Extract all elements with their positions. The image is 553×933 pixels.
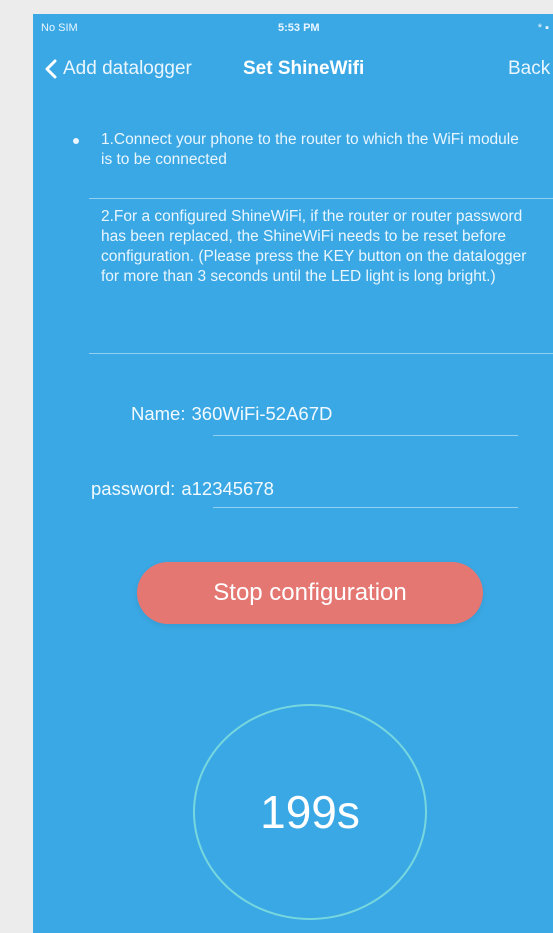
chevron-left-icon xyxy=(45,59,57,79)
wifi-name-label: Name: xyxy=(131,403,186,424)
wifi-name-field[interactable]: Name: 360WiFi-52A67D xyxy=(131,403,332,425)
instruction-text: 2.For a configured ShineWiFi, if the rou… xyxy=(101,208,527,285)
instruction-item: 1.Connect your phone to the router to wh… xyxy=(33,130,553,188)
status-carrier: No SIM xyxy=(41,22,78,34)
stop-configuration-button[interactable]: Stop configuration xyxy=(137,562,483,624)
password-value: a12345678 xyxy=(181,478,274,499)
divider xyxy=(89,198,553,199)
wifi-password-field[interactable]: password: a12345678 xyxy=(91,478,274,500)
page-title: Set ShineWifi xyxy=(243,58,365,79)
back-button[interactable]: Add datalogger xyxy=(45,58,192,80)
back-link[interactable]: Back xyxy=(508,58,550,80)
divider xyxy=(213,507,518,508)
instruction-text: 1.Connect your phone to the router to wh… xyxy=(101,131,519,168)
status-time: 5:53 PM xyxy=(278,22,320,34)
countdown-timer: 199s xyxy=(193,704,427,920)
back-button-label: Add datalogger xyxy=(63,58,192,79)
nav-bar: Add datalogger Set ShineWifi Back xyxy=(33,52,553,92)
divider xyxy=(89,353,553,354)
wifi-name-value: 360WiFi-52A67D xyxy=(191,403,333,424)
password-label: password: xyxy=(91,478,176,499)
bullet-icon xyxy=(73,138,79,144)
app-screen: No SIM 5:53 PM * ▪ Add datalogger Set Sh… xyxy=(33,14,553,933)
divider xyxy=(213,435,518,436)
status-indicators: * ▪ xyxy=(537,22,549,34)
status-bar: No SIM 5:53 PM * ▪ xyxy=(33,14,553,44)
instructions: 1.Connect your phone to the router to wh… xyxy=(33,130,553,188)
